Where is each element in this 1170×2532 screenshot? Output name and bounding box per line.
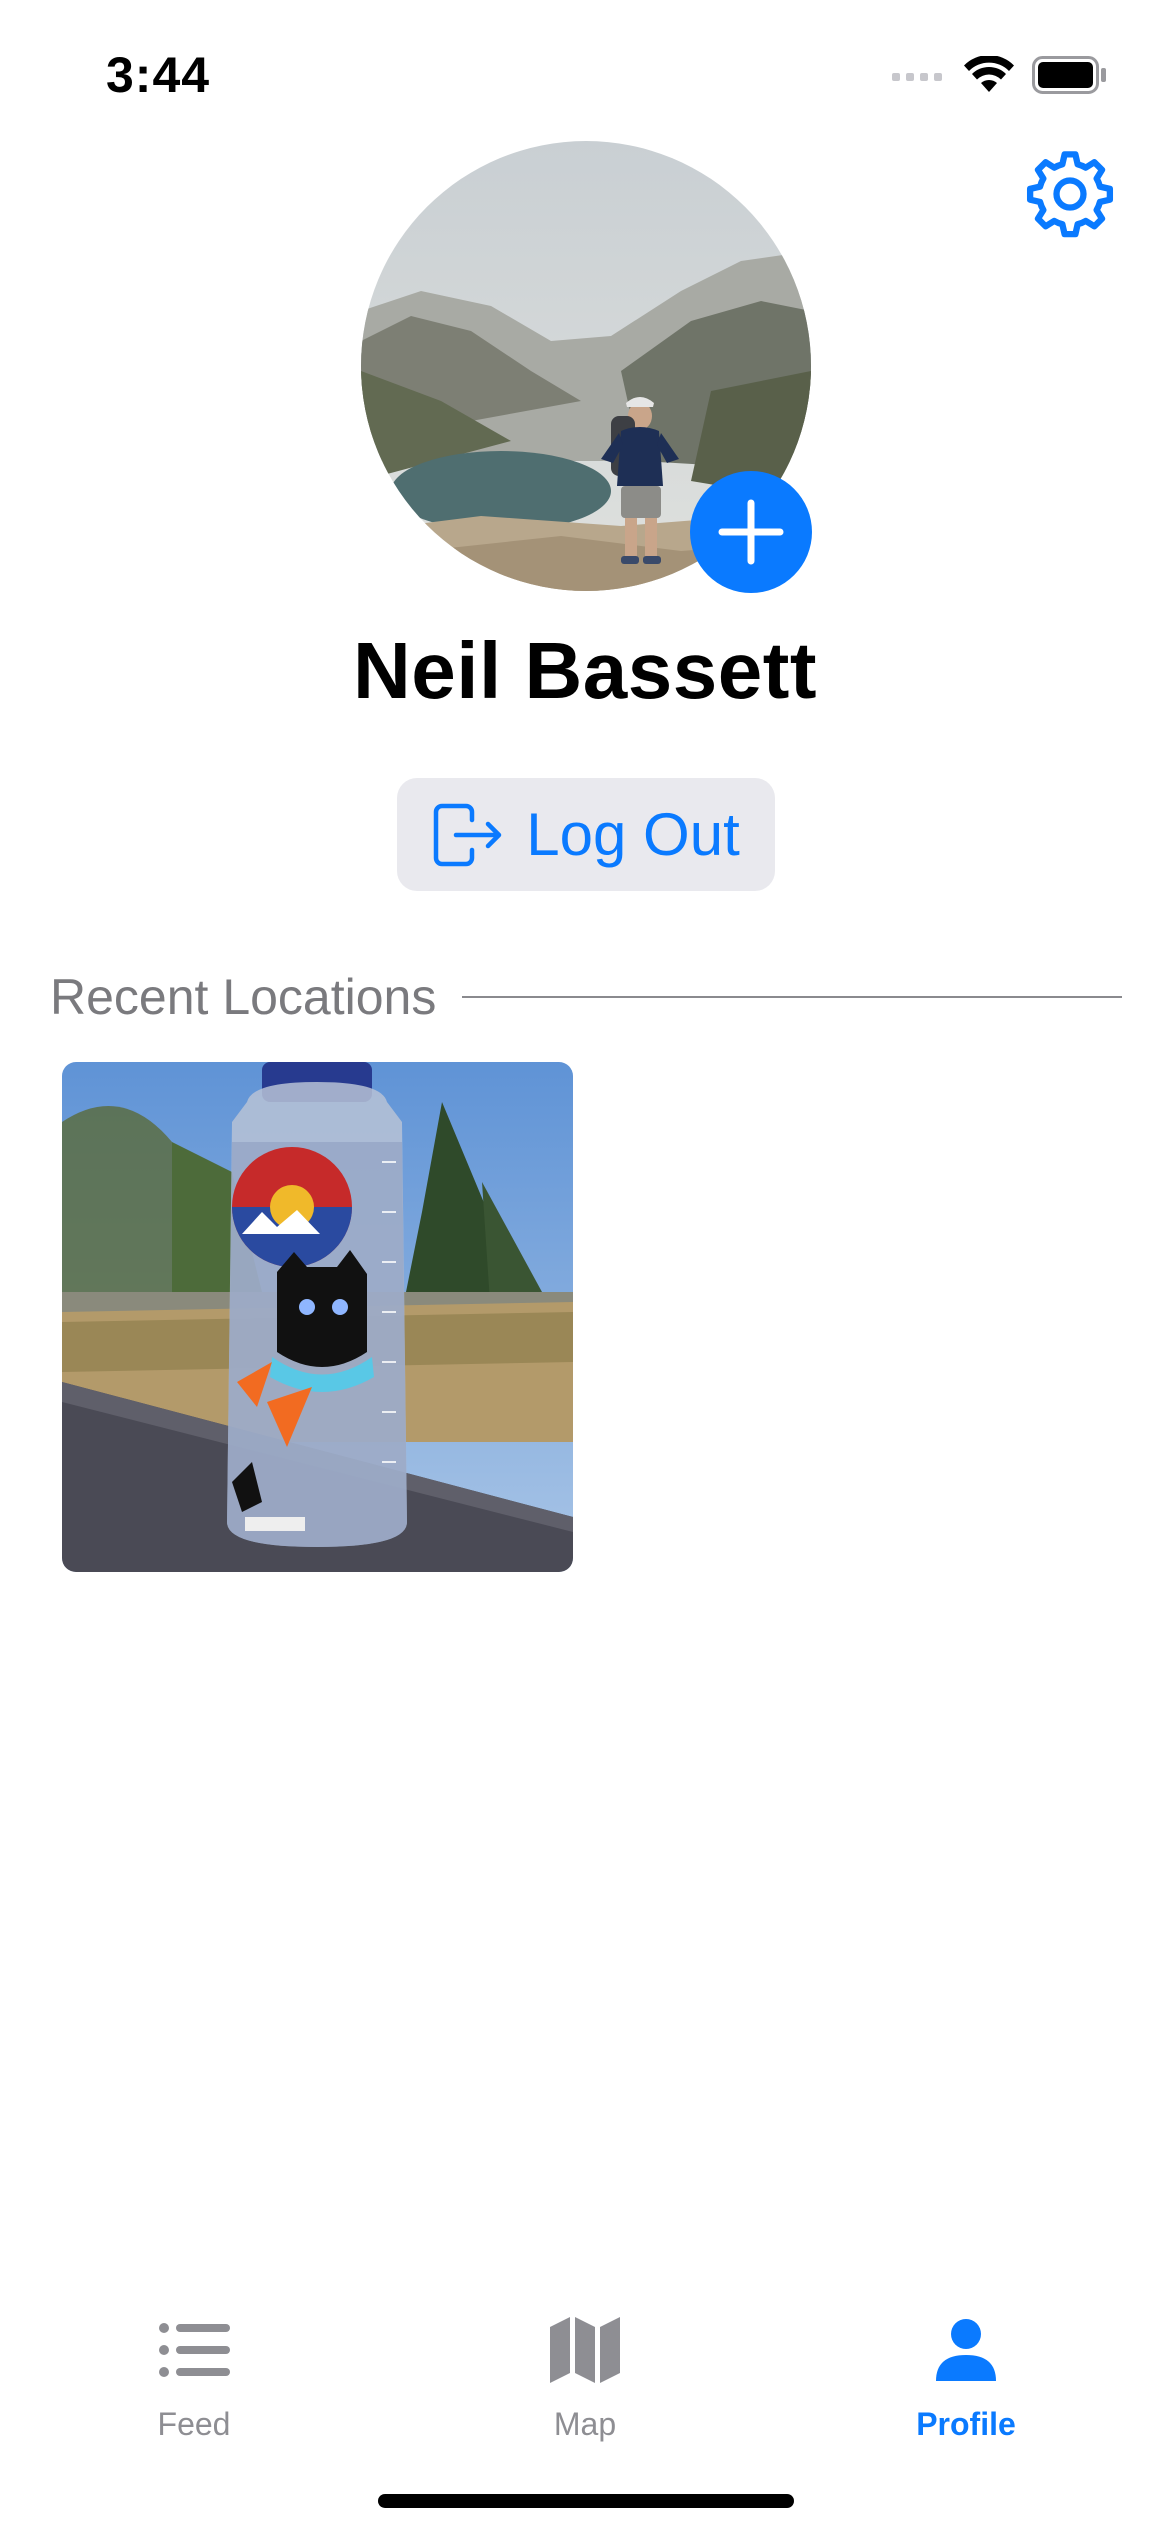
tab-map-label: Map <box>553 2406 617 2442</box>
add-photo-button[interactable] <box>690 471 812 593</box>
section-divider <box>462 996 1122 998</box>
tab-map[interactable]: Map <box>485 2300 685 2470</box>
status-bar: 3:44 <box>0 0 1170 140</box>
tab-feed-label: Feed <box>157 2406 231 2442</box>
person-icon <box>936 2319 996 2381</box>
tab-bar: Feed Map Profile <box>0 2270 1170 2532</box>
profile-name: Neil Bassett <box>353 626 817 715</box>
tab-feed[interactable]: Feed <box>94 2300 294 2470</box>
settings-button[interactable] <box>1022 146 1118 242</box>
status-time: 3:44 <box>106 47 211 103</box>
map-icon <box>550 2317 620 2383</box>
wifi-icon <box>964 56 1014 92</box>
logout-icon <box>434 803 502 866</box>
tab-profile-label: Profile <box>916 2406 1016 2442</box>
cellular-signal-icon <box>892 73 942 81</box>
status-icons <box>892 50 1108 100</box>
home-indicator <box>378 2494 794 2508</box>
logout-label: Log Out <box>526 801 740 868</box>
logout-button[interactable]: Log Out <box>397 778 775 891</box>
list-icon <box>159 2323 230 2377</box>
recent-location-photo[interactable] <box>62 1062 573 1572</box>
recent-locations-header: Recent Locations <box>50 962 1122 1032</box>
battery-icon <box>1032 56 1106 94</box>
tab-profile[interactable]: Profile <box>866 2300 1066 2470</box>
plus-icon <box>718 499 784 565</box>
recent-locations-title: Recent Locations <box>50 969 437 1025</box>
gear-icon <box>1026 151 1114 238</box>
